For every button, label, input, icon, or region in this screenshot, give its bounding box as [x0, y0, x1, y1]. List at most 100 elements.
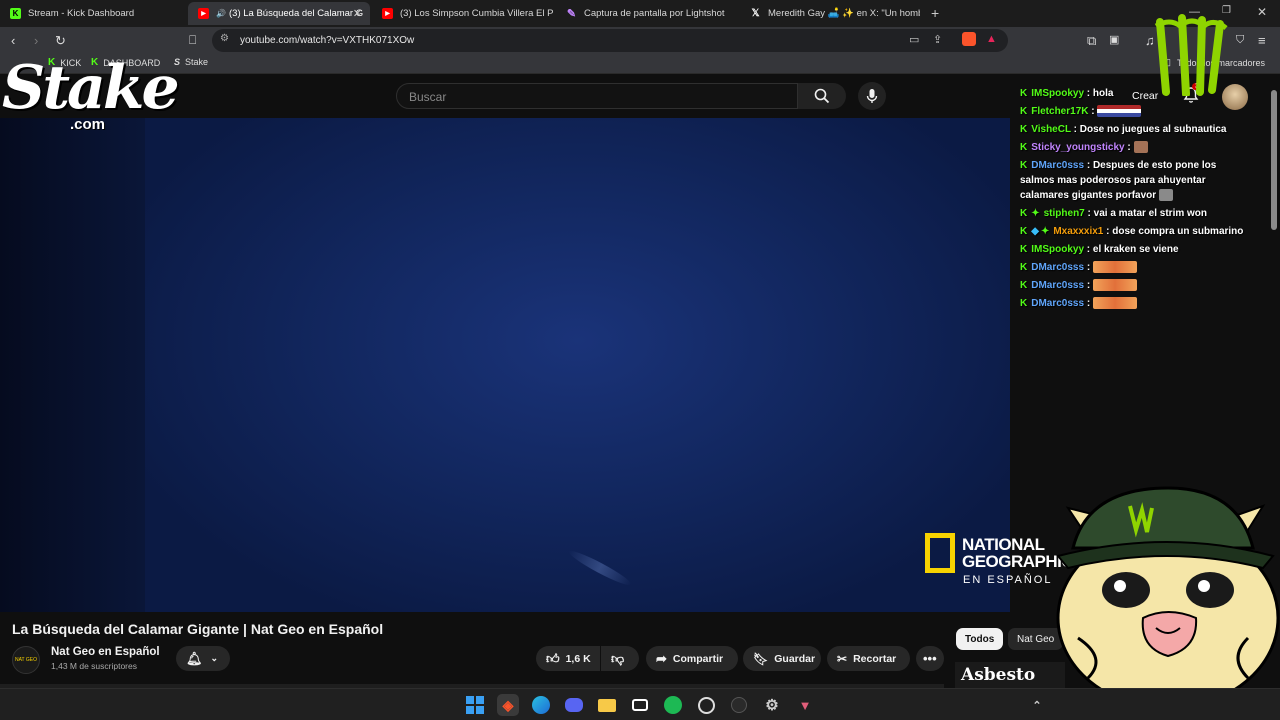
chat-username[interactable]: DMarc0sss: [1031, 262, 1084, 273]
search-icon: [814, 88, 830, 104]
forward-icon[interactable]: ›: [34, 27, 38, 54]
chat-message: K IMSpookyy : hola: [1020, 88, 1114, 99]
subscribe-bell-button[interactable]: 🔔︎ ⌄: [176, 646, 230, 671]
like-count: 1,6 K: [565, 652, 591, 665]
x-icon: 𝕏: [751, 8, 760, 19]
steam-icon[interactable]: [695, 694, 717, 716]
stake-wordmark: Stake: [2, 53, 180, 123]
cast-icon[interactable]: ▭: [909, 33, 919, 46]
taskbar: ◈ ⚙ ▼ ⌃: [0, 688, 1280, 720]
chat-username[interactable]: IMSpookyy: [1031, 244, 1084, 255]
chat-message: K Sticky_youngsticky :: [1020, 140, 1252, 155]
chat-username[interactable]: IMSpookyy: [1031, 88, 1084, 99]
dislike-button[interactable]: 👎︎: [601, 646, 639, 671]
more-actions-button[interactable]: •••: [916, 646, 944, 671]
vpn-shield-icon[interactable]: ⛉: [1236, 27, 1244, 54]
kick-icon: K: [1020, 244, 1028, 255]
chat-username[interactable]: DMarc0sss: [1031, 160, 1084, 171]
flag-emote: [1097, 105, 1142, 118]
chip-todos[interactable]: Todos: [956, 628, 1004, 650]
kick-icon: K: [1020, 160, 1028, 171]
channel-name[interactable]: Nat Geo en Español: [51, 646, 160, 658]
chat-username[interactable]: DMarc0sss: [1031, 298, 1084, 309]
channel-avatar[interactable]: NAT GEO: [12, 646, 40, 674]
share-label: Compartir: [672, 652, 724, 665]
chat-message: K VisheCL : Dose no juegues al subnautica: [1020, 124, 1227, 135]
url-text[interactable]: youtube.com/watch?v=VXTHK071XOw: [240, 35, 414, 46]
clip-button[interactable]: ✂ Recortar: [827, 646, 910, 671]
bookmarks-bar: K KICK K DASHBOARD S Stake ▯ Todos los marca…: [0, 54, 1280, 74]
chat-username[interactable]: Sticky_youngsticky: [1031, 142, 1124, 153]
kick-icon: K: [1020, 298, 1028, 309]
chat-username[interactable]: stiphen7: [1044, 208, 1085, 219]
share-page-icon[interactable]: ⇪: [933, 33, 942, 46]
video-player[interactable]: [0, 118, 1010, 612]
kick-icon: K: [1020, 88, 1028, 99]
chat-text: Dose no juegues al subnautica: [1079, 124, 1227, 135]
kick-icon: K: [1020, 208, 1028, 219]
thumbs-up-icon: 👍︎: [546, 650, 560, 666]
tab-kick-dashboard[interactable]: K Stream - Kick Dashboard: [0, 2, 188, 25]
back-icon[interactable]: ‹: [11, 27, 15, 54]
tab-youtube-simpson[interactable]: ▶ (3) Los Simpson Cumbia Villera El Pr: [372, 2, 554, 25]
pizza-emote: [1092, 279, 1137, 292]
share-button[interactable]: ➦ Compartir: [646, 646, 738, 671]
settings-gear-icon[interactable]: ⚙: [761, 694, 783, 716]
chat-text: vai a matar el strim won: [1093, 208, 1208, 219]
tab-title: (3) La Búsqueda del Calamar G: [229, 8, 364, 19]
stake-domain: .com: [70, 116, 106, 133]
lightshot-icon: ✎: [566, 8, 577, 20]
brave-browser-icon[interactable]: ◈: [497, 694, 519, 716]
close-tab-icon[interactable]: ✕: [353, 7, 362, 20]
natgeo-logo-icon: [925, 533, 955, 573]
chat-message: K DMarc0sss : Despues de esto pone los sa…: [1020, 160, 1217, 202]
cat-emote: [1158, 189, 1173, 202]
tab-youtube-calamar[interactable]: ▶ 🔊 (3) La Búsqueda del Calamar G ✕: [188, 2, 370, 25]
like-button[interactable]: 👍︎ 1,6 K: [536, 646, 600, 671]
file-explorer-icon[interactable]: [596, 694, 618, 716]
reload-icon[interactable]: ↻: [55, 27, 66, 54]
stake-logo: Stake .com: [2, 53, 180, 133]
stream-chat: K IMSpookyy : hola K Fletcher17K : K VisheC…: [1020, 86, 1252, 314]
scissors-icon: ✂: [837, 651, 848, 666]
chat-message: K IMSpookyy : el kraken se viene: [1020, 244, 1179, 255]
gem-badge: ◆: [1031, 226, 1039, 237]
microphone-icon: [866, 89, 878, 103]
system-tray-chevron-icon[interactable]: ⌃: [1026, 694, 1048, 716]
tab-strip: K Stream - Kick Dashboard ▶ 🔊 (3) La Bús…: [0, 0, 1280, 27]
save-button[interactable]: 🔖︎ Guardar: [743, 646, 821, 671]
new-tab-button[interactable]: +: [931, 5, 939, 21]
chat-username[interactable]: Fletcher17K: [1031, 106, 1088, 117]
chat-username[interactable]: Mxaxxxix1: [1053, 226, 1103, 237]
tab-x-post[interactable]: 𝕏 Meredith Gay 🛋️ ✨ en X: "Un hombr: [740, 2, 920, 25]
bookmark-page-icon[interactable]: ⎕: [189, 27, 196, 54]
spotify-icon[interactable]: [662, 694, 684, 716]
obs-icon[interactable]: [728, 694, 750, 716]
vpn-app-icon[interactable]: ▼: [794, 694, 816, 716]
search-input[interactable]: Buscar: [396, 83, 798, 109]
search-button[interactable]: [798, 83, 846, 109]
site-info-icon[interactable]: ⚙: [220, 33, 229, 44]
windows-start-icon[interactable]: [464, 694, 486, 716]
chevron-down-icon: ⌄: [210, 653, 219, 663]
chat-username[interactable]: VisheCL: [1031, 124, 1071, 135]
chat-message: K DMarc0sss :: [1020, 260, 1252, 275]
capture-app-icon[interactable]: [629, 694, 651, 716]
brave-shields-icon[interactable]: [962, 32, 976, 46]
scrollbar[interactable]: [1271, 90, 1277, 230]
bookmark-stake[interactable]: S Stake: [174, 57, 208, 67]
chat-username[interactable]: DMarc0sss: [1031, 280, 1084, 291]
bookmark-icon: 🔖︎: [753, 651, 769, 666]
sidebar-icon[interactable]: ▣: [1109, 27, 1119, 54]
discord-icon[interactable]: [563, 694, 585, 716]
close-window-icon[interactable]: ✕: [1257, 5, 1267, 19]
menu-icon[interactable]: ≡: [1258, 27, 1266, 54]
tab-lightshot[interactable]: ✎ Captura de pantalla por Lightshot: [556, 2, 738, 25]
extensions-icon[interactable]: ⧉: [1087, 27, 1096, 54]
edge-browser-icon[interactable]: [530, 694, 552, 716]
brave-rewards-icon[interactable]: ▲: [986, 33, 997, 45]
address-bar[interactable]: ⚙ youtube.com/watch?v=VXTHK071XOw ▭ ⇪ ▲: [212, 29, 1008, 52]
voice-search-button[interactable]: [858, 82, 886, 110]
bookmark-label: Stake: [185, 57, 209, 67]
youtube-icon: ▶: [382, 8, 393, 19]
